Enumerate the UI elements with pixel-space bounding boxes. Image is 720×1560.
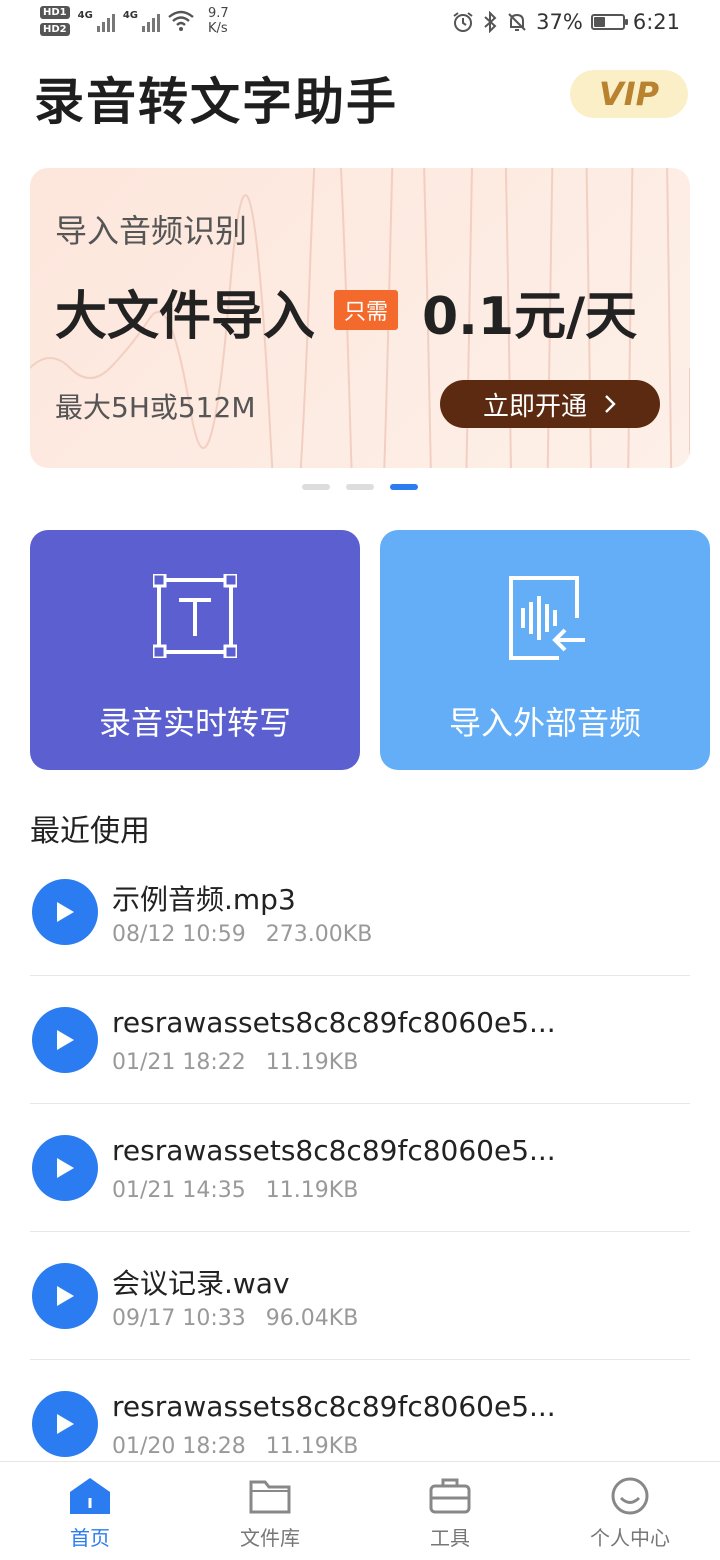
carousel-dot-active[interactable] bbox=[390, 484, 418, 490]
file-meta: 09/17 10:33 96.04KB bbox=[112, 1306, 378, 1331]
file-size: 11.19KB bbox=[265, 1050, 359, 1075]
file-size: 11.19KB bbox=[265, 1434, 359, 1459]
file-size: 273.00KB bbox=[265, 922, 373, 947]
file-meta: 08/12 10:59 273.00KB bbox=[112, 922, 392, 947]
list-item[interactable]: 示例音频.mp3 08/12 10:59 273.00KB bbox=[30, 848, 690, 976]
file-size: 11.19KB bbox=[265, 1178, 359, 1203]
import-audio-icon bbox=[509, 576, 585, 660]
vip-button[interactable]: VIP bbox=[570, 70, 688, 118]
carousel-indicator bbox=[302, 484, 418, 490]
file-size: 96.04KB bbox=[265, 1306, 359, 1331]
banner-price: 0.1元/天 bbox=[422, 287, 638, 347]
signal-icon-2: 4G bbox=[123, 10, 160, 32]
nav-home-label: 首页 bbox=[70, 1526, 110, 1550]
nav-profile-label: 个人中心 bbox=[590, 1526, 670, 1550]
clock: 6:21 bbox=[632, 10, 680, 34]
app-title: 录音转文字助手 bbox=[34, 73, 398, 131]
recent-list: 示例音频.mp3 08/12 10:59 273.00KB resrawasset… bbox=[30, 848, 690, 1487]
play-icon bbox=[57, 1158, 74, 1178]
alarm-icon bbox=[453, 12, 473, 32]
activate-button[interactable]: 立即开通 bbox=[440, 380, 660, 428]
bluetooth-icon bbox=[484, 11, 497, 33]
file-name: resrawassets8c8c89fc8060e5... bbox=[112, 1390, 556, 1423]
file-date: 08/12 10:59 bbox=[112, 922, 246, 947]
folder-icon bbox=[249, 1480, 291, 1514]
activate-button-label: 立即开通 bbox=[482, 391, 587, 422]
play-button[interactable] bbox=[32, 1007, 98, 1073]
file-name: resrawassets8c8c89fc8060e5... bbox=[112, 1134, 556, 1167]
nav-files-label: 文件库 bbox=[240, 1526, 300, 1550]
file-meta: 01/21 18:22 11.19KB bbox=[112, 1050, 378, 1075]
wifi-icon bbox=[168, 10, 194, 31]
chevron-right-icon bbox=[605, 395, 616, 413]
record-transcribe-card[interactable]: 录音实时转写 bbox=[30, 530, 360, 770]
mute-icon bbox=[508, 13, 526, 31]
play-icon bbox=[57, 902, 74, 922]
play-button[interactable] bbox=[32, 1263, 98, 1329]
carousel-dot[interactable] bbox=[302, 484, 330, 490]
battery-icon bbox=[590, 14, 628, 30]
file-date: 01/21 14:35 bbox=[112, 1178, 246, 1203]
play-icon bbox=[57, 1286, 74, 1306]
status-bar: HD1 HD2 4G 4G 9.7 K/s 37% 6:21 bbox=[0, 0, 720, 50]
battery-percent: 37% bbox=[536, 10, 583, 34]
file-date: 09/17 10:33 bbox=[112, 1306, 246, 1331]
file-date: 01/20 18:28 bbox=[112, 1434, 246, 1459]
file-name: resrawassets8c8c89fc8060e5... bbox=[112, 1006, 556, 1039]
nav-tools[interactable]: 工具 bbox=[360, 1462, 540, 1560]
play-button[interactable] bbox=[32, 1391, 98, 1457]
file-date: 01/21 18:22 bbox=[112, 1050, 246, 1075]
hd-indicator: HD1 HD2 bbox=[40, 6, 70, 36]
nav-files[interactable]: 文件库 bbox=[180, 1462, 360, 1560]
play-button[interactable] bbox=[32, 879, 98, 945]
list-item[interactable]: 会议记录.wav 09/17 10:33 96.04KB bbox=[30, 1232, 690, 1360]
play-icon bbox=[57, 1030, 74, 1050]
banner-note: 最大5H或512M bbox=[55, 391, 256, 424]
home-icon bbox=[70, 1478, 110, 1514]
file-meta: 01/20 18:28 11.19KB bbox=[112, 1434, 378, 1459]
play-button[interactable] bbox=[32, 1135, 98, 1201]
import-audio-card[interactable]: 导入外部音频 bbox=[380, 530, 710, 770]
signal-icon: 4G bbox=[78, 10, 115, 32]
file-name: 会议记录.wav bbox=[112, 1267, 290, 1300]
text-transcribe-icon bbox=[153, 574, 237, 658]
list-item[interactable]: resrawassets8c8c89fc8060e5... 01/21 14:3… bbox=[30, 1104, 690, 1232]
file-meta: 01/21 14:35 11.19KB bbox=[112, 1178, 378, 1203]
promo-banner[interactable]: 导入音频识别 大文件导入 只需 0.1元/天 最大5H或512M 立即开通 bbox=[30, 168, 690, 468]
record-transcribe-label: 录音实时转写 bbox=[98, 704, 291, 742]
banner-subtitle: 导入音频识别 bbox=[55, 212, 248, 250]
nav-profile[interactable]: 个人中心 bbox=[540, 1462, 720, 1560]
play-icon bbox=[57, 1414, 74, 1434]
banner-tag: 只需 bbox=[334, 290, 399, 330]
network-speed: 9.7 K/s bbox=[207, 6, 229, 36]
toolbox-icon bbox=[429, 1478, 471, 1514]
recent-title: 最近使用 bbox=[30, 814, 150, 849]
nav-home[interactable]: 首页 bbox=[0, 1462, 180, 1560]
banner-headline: 大文件导入 bbox=[55, 287, 316, 347]
list-item[interactable]: resrawassets8c8c89fc8060e5... 01/21 18:2… bbox=[30, 976, 690, 1104]
carousel-dot[interactable] bbox=[346, 484, 374, 490]
smiley-icon bbox=[611, 1477, 649, 1515]
file-name: 示例音频.mp3 bbox=[112, 883, 296, 916]
nav-tools-label: 工具 bbox=[430, 1526, 470, 1550]
bottom-nav: 首页 文件库 工具 个人中心 bbox=[0, 1461, 720, 1560]
import-audio-label: 导入外部音频 bbox=[448, 704, 641, 742]
